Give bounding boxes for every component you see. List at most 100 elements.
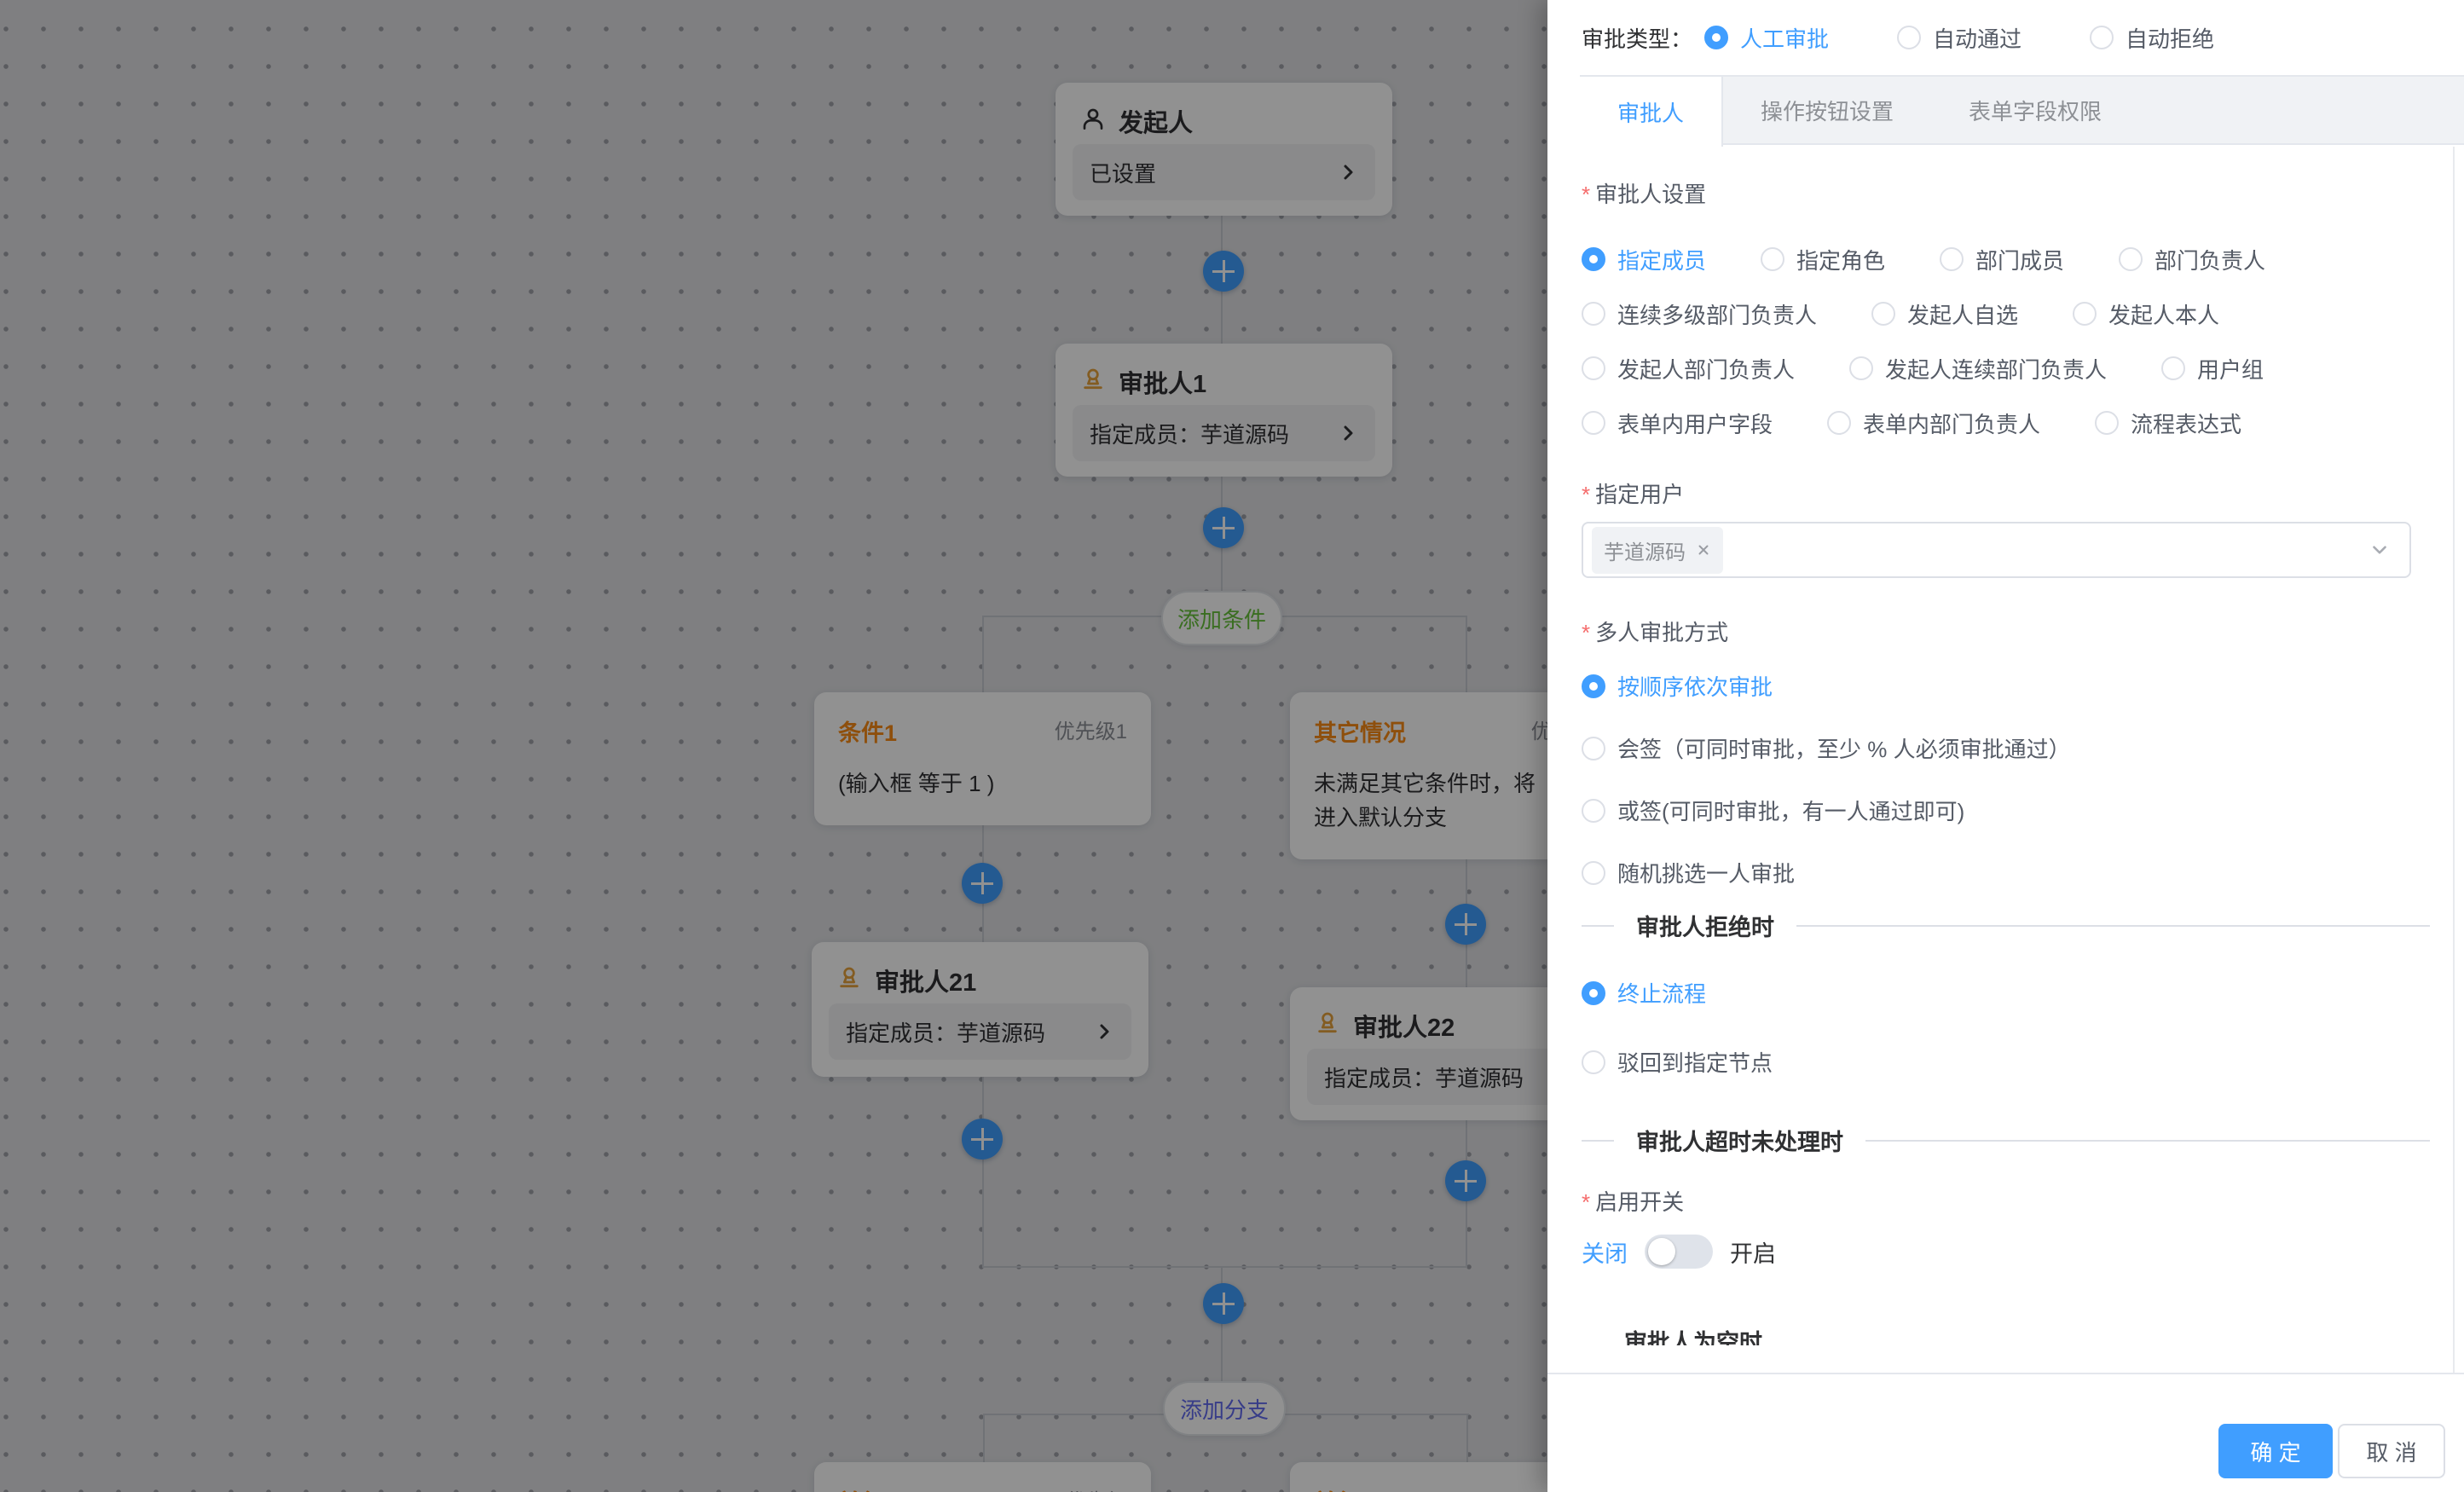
radio-label: 流程表达式 — [2131, 408, 2241, 439]
radio-dot — [1871, 302, 1895, 326]
radio-label: 部门负责人 — [2155, 244, 2265, 275]
switch-off-label: 关闭 — [1582, 1235, 1628, 1269]
radio-auto-reject[interactable]: 自动拒绝 — [2090, 22, 2214, 54]
radio-dot — [1761, 247, 1784, 271]
radio-initiator-dept-leader[interactable]: 发起人部门负责人 — [1582, 353, 1795, 385]
tab-approver[interactable]: 审批人 — [1580, 77, 1723, 147]
config-tabs: 审批人 操作按钮设置 表单字段权限 — [1580, 75, 2464, 145]
radio-orsign[interactable]: 或签(可同时审批，有一人通过即可) — [1582, 795, 2430, 826]
radio-manual-approve[interactable]: 人工审批 — [1704, 22, 1829, 54]
radio-label: 自动通过 — [1933, 22, 2022, 54]
radio-dot — [2090, 26, 2114, 49]
tab-form-field-permissions[interactable]: 表单字段权限 — [1931, 77, 2139, 143]
user-tag: 芋道源码 — [1592, 527, 1723, 574]
divider-line — [1582, 1140, 1614, 1142]
timeout-switch-row: 关闭 开启 — [1582, 1235, 2430, 1269]
radio-dot — [1582, 799, 1605, 823]
radio-dot — [1582, 674, 1605, 698]
radio-dot — [1849, 356, 1873, 380]
radio-countersign[interactable]: 会签（可同时审批，至少 % 人必须审批通过） — [1582, 732, 2430, 764]
scrollbar[interactable] — [2453, 147, 2455, 1373]
switch-on-label: 开启 — [1730, 1235, 1776, 1269]
confirm-button[interactable]: 确 定 — [2218, 1424, 2333, 1478]
radio-dot — [2119, 247, 2143, 271]
radio-process-expression[interactable]: 流程表达式 — [2095, 408, 2241, 439]
radio-dot — [2161, 356, 2185, 380]
approver-setting-label: *审批人设置 — [1582, 177, 2430, 209]
divider-line — [1865, 1140, 2430, 1142]
radio-dot — [1582, 1050, 1605, 1074]
assigned-user-label: *指定用户 — [1582, 477, 2430, 509]
section-title: 审批人超时未处理时 — [1614, 1124, 1865, 1157]
required-asterisk: * — [1582, 182, 1590, 207]
radio-dot — [1897, 26, 1921, 49]
cancel-button[interactable]: 取 消 — [2338, 1424, 2445, 1478]
radio-assigned-role[interactable]: 指定角色 — [1761, 244, 1885, 275]
divider-line — [1582, 925, 1614, 927]
radio-label: 或签(可同时审批，有一人通过即可) — [1617, 795, 1964, 826]
radio-auto-pass[interactable]: 自动通过 — [1897, 22, 2022, 54]
radio-dept-leader[interactable]: 部门负责人 — [2119, 244, 2265, 275]
chevron-down-icon — [2369, 539, 2391, 561]
section-title: 审批人拒绝时 — [1614, 909, 1796, 942]
radio-dot — [1582, 981, 1605, 1005]
radio-multi-level-dept-leader[interactable]: 连续多级部门负责人 — [1582, 298, 1817, 330]
multi-mode-label: *多人审批方式 — [1582, 616, 2430, 647]
radio-form-dept-leader[interactable]: 表单内部门负责人 — [1827, 408, 2040, 439]
radio-label: 按顺序依次审批 — [1617, 670, 1773, 702]
radio-dot — [1827, 411, 1851, 435]
radio-label: 会签（可同时审批，至少 % 人必须审批通过） — [1617, 732, 2071, 764]
radio-label: 发起人本人 — [2108, 298, 2219, 330]
radio-label: 人工审批 — [1740, 22, 1829, 54]
approver-setting-radios: 指定成员 指定角色 部门成员 部门负责人 连续多级部门负责人 发起人自选 发起人… — [1582, 232, 2430, 450]
divider-line — [1796, 925, 2430, 927]
multi-mode-radios: 按顺序依次审批 会签（可同时审批，至少 % 人必须审批通过） 或签(可同时审批，… — [1582, 670, 2430, 919]
footer-divider — [1547, 1373, 2464, 1374]
radio-initiator-choose[interactable]: 发起人自选 — [1871, 298, 2018, 330]
radio-assigned-member[interactable]: 指定成员 — [1582, 244, 1706, 275]
radio-return-to-node[interactable]: 驳回到指定节点 — [1582, 1046, 2430, 1078]
radio-label: 表单内部门负责人 — [1863, 408, 2040, 439]
radio-dot — [2095, 411, 2119, 435]
radio-label: 随机挑选一人审批 — [1617, 857, 1795, 888]
radio-dot — [1582, 737, 1605, 760]
required-asterisk: * — [1582, 482, 1590, 507]
radio-label: 用户组 — [2197, 353, 2264, 385]
radio-label: 部门成员 — [1975, 244, 2064, 275]
radio-dot — [1582, 302, 1605, 326]
radio-dot — [2073, 302, 2097, 326]
radio-label: 发起人连续部门负责人 — [1885, 353, 2107, 385]
radio-sequential[interactable]: 按顺序依次审批 — [1582, 670, 2430, 702]
radio-random-one[interactable]: 随机挑选一人审批 — [1582, 857, 2430, 888]
radio-label: 终止流程 — [1617, 977, 1706, 1009]
toggle-knob — [1648, 1238, 1675, 1265]
radio-label: 表单内用户字段 — [1617, 408, 1773, 439]
radio-initiator-multi-dept-leader[interactable]: 发起人连续部门负责人 — [1849, 353, 2107, 385]
enable-switch-label: *启用开关 — [1582, 1185, 2430, 1217]
radio-dot — [1582, 861, 1605, 885]
radio-dot — [1940, 247, 1964, 271]
approve-type-row: 审批类型： 人工审批 自动通过 自动拒绝 — [1547, 0, 2464, 75]
assigned-user-select[interactable]: 芋道源码 — [1582, 522, 2411, 578]
timeout-section-divider: 审批人超时未处理时 — [1582, 1124, 2430, 1157]
required-asterisk: * — [1582, 1189, 1590, 1215]
radio-label: 发起人自选 — [1907, 298, 2018, 330]
radio-user-group[interactable]: 用户组 — [2161, 353, 2264, 385]
radio-dot — [1582, 247, 1605, 271]
radio-label: 驳回到指定节点 — [1617, 1046, 1773, 1078]
approver-config-drawer: 审批类型： 人工审批 自动通过 自动拒绝 审批人 操作按钮设置 表单字段权限 *… — [1547, 0, 2464, 1492]
reject-radios: 终止流程 驳回到指定节点 — [1582, 977, 2430, 1078]
radio-label: 发起人部门负责人 — [1617, 353, 1795, 385]
content-clip-mask — [1547, 1345, 2464, 1373]
radio-form-user-field[interactable]: 表单内用户字段 — [1582, 408, 1773, 439]
radio-initiator-self[interactable]: 发起人本人 — [2073, 298, 2219, 330]
reject-section-divider: 审批人拒绝时 — [1582, 909, 2430, 942]
enable-toggle[interactable] — [1645, 1235, 1713, 1269]
radio-dept-member[interactable]: 部门成员 — [1940, 244, 2064, 275]
radio-dot — [1582, 356, 1605, 380]
bpm-designer-screen: 发起人 已设置 审批人1 指定成员：芋道源码 — [0, 0, 2464, 1492]
radio-terminate-process[interactable]: 终止流程 — [1582, 977, 2430, 1009]
user-tag-text: 芋道源码 — [1604, 535, 1686, 565]
tag-close-icon[interactable] — [1696, 542, 1711, 558]
tab-button-settings[interactable]: 操作按钮设置 — [1723, 77, 1931, 143]
